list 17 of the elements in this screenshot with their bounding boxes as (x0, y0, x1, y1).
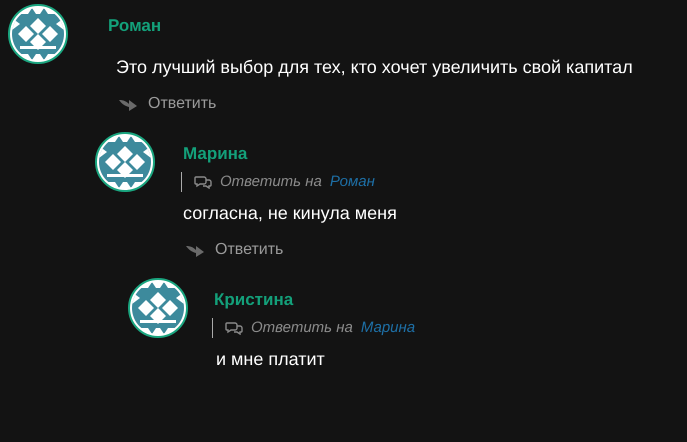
author-name: Марина (183, 143, 248, 165)
reply-to-link[interactable]: Марина (360, 316, 416, 340)
reply-to-label: Ответить на (220, 172, 322, 192)
reply-button[interactable]: Ответить (185, 238, 284, 262)
comment-text: согласна, не кинула меня (183, 202, 398, 225)
avatar (8, 4, 68, 64)
reply-to-link[interactable]: Роман (330, 170, 375, 194)
reply-button[interactable]: Ответить (118, 92, 216, 116)
chat-bubbles-icon (194, 175, 212, 189)
avatar (128, 278, 188, 338)
author-name: Кристина (214, 289, 294, 311)
reply-to-label: Ответить на (251, 318, 353, 338)
comment-text: Это лучший выбор для тех, кто хочет увеличить свой капитал (116, 56, 634, 79)
chat-bubbles-icon (225, 321, 243, 335)
author-name: Роман (108, 15, 162, 37)
avatar (95, 132, 155, 192)
comment-text: и мне платит (216, 348, 326, 371)
